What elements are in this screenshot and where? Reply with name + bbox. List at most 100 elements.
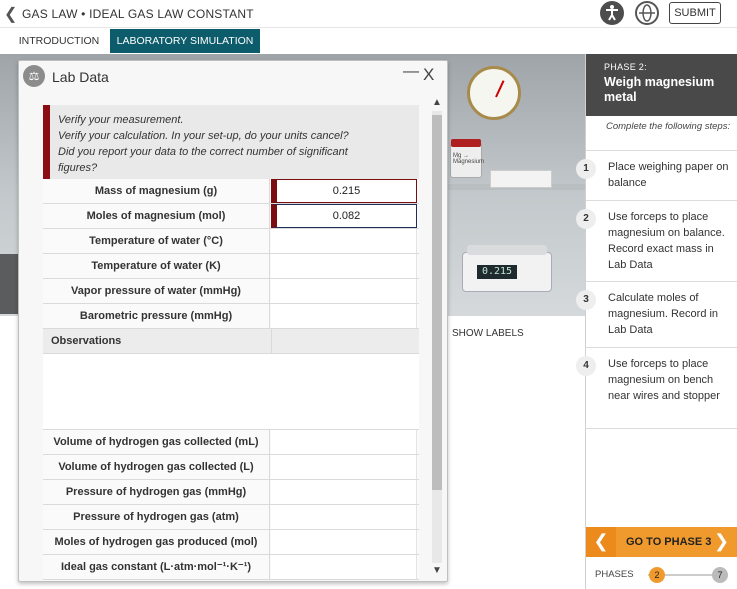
phase-label: PHASE 2: xyxy=(604,62,647,72)
row-label: Barometric pressure (mmHg) xyxy=(43,304,270,328)
tab-bar: INTRODUCTION LABORATORY SIMULATION xyxy=(0,28,585,54)
phases-label: PHASES xyxy=(595,569,634,580)
magnesium-jar[interactable]: Mg → Magnesium xyxy=(450,139,485,178)
step-text: Place weighing paper on balance xyxy=(608,161,729,189)
balance[interactable]: 0.215 xyxy=(462,245,552,292)
table-row-ideal-gas-constant: Ideal gas constant (L·atm·mol⁻¹·K⁻¹) xyxy=(43,555,419,580)
step-number: 1 xyxy=(576,159,596,179)
phases-progress: PHASES 2 7 xyxy=(586,562,737,588)
row-label: Moles of hydrogen gas produced (mol) xyxy=(43,530,270,554)
submit-button[interactable]: SUBMIT xyxy=(669,2,721,24)
table-row-volume-h2-l: Volume of hydrogen gas collected (L) xyxy=(43,455,419,480)
row-label: Temperature of water (K) xyxy=(43,254,270,278)
scroll-up-icon[interactable]: ▲ xyxy=(432,97,442,108)
table-row-barometric-pressure: Barometric pressure (mmHg) xyxy=(43,304,419,329)
table-row-pressure-h2-atm: Pressure of hydrogen gas (atm) xyxy=(43,505,419,530)
ideal-gas-constant-input[interactable] xyxy=(271,555,417,579)
balance-display: 0.215 xyxy=(477,265,517,279)
row-label: Pressure of hydrogen gas (mmHg) xyxy=(43,480,270,504)
phase-panel: PHASE 2: Weigh magnesium metal Complete … xyxy=(576,54,737,589)
minimize-icon[interactable]: — xyxy=(403,63,419,81)
steps-intro: Complete the following steps: xyxy=(606,121,731,132)
lab-data-header[interactable]: ⚖ Lab Data — X xyxy=(19,61,447,93)
barometer-gauge[interactable] xyxy=(467,66,521,120)
pressure-h2-mmhg-input[interactable] xyxy=(271,480,417,504)
step-text: Use forceps to place magnesium on balanc… xyxy=(608,211,725,271)
scroll-down-icon[interactable]: ▼ xyxy=(432,565,442,576)
balance-pan xyxy=(467,245,547,255)
go-to-phase-label: GO TO PHASE 3 xyxy=(626,536,712,548)
step-number: 4 xyxy=(576,356,596,376)
flask-icon: ⚖ xyxy=(23,65,45,87)
previous-phase-icon[interactable]: ❮ xyxy=(586,527,616,557)
row-label: Pressure of hydrogen gas (atm) xyxy=(43,505,270,529)
gauge-needle xyxy=(495,80,505,98)
show-labels-toggle[interactable]: SHOW LABELS xyxy=(452,328,524,339)
lab-data-scrollbar[interactable]: ▲ ▼ xyxy=(430,97,444,579)
step-item: 4 Use forceps to place magnesium on benc… xyxy=(576,347,737,429)
step-number: 2 xyxy=(576,209,596,229)
step-item: 3 Calculate moles of magnesium. Record i… xyxy=(576,281,737,347)
table-row-moles-magnesium: Moles of magnesium (mol) 0.082 xyxy=(43,204,419,229)
table-row-temperature-water-c: Temperature of water (°C) xyxy=(43,229,419,254)
step-text: Use forceps to place magnesium on bench … xyxy=(608,358,720,402)
moles-h2-input[interactable] xyxy=(271,530,417,554)
table-row-pressure-h2-mmhg: Pressure of hydrogen gas (mmHg) xyxy=(43,480,419,505)
phase-header: PHASE 2: Weigh magnesium metal xyxy=(586,54,737,116)
pressure-h2-atm-input[interactable] xyxy=(271,505,417,529)
tab-introduction[interactable]: INTRODUCTION xyxy=(10,29,108,53)
row-label: Moles of magnesium (mol) xyxy=(43,204,270,228)
mass-magnesium-input[interactable]: 0.215 xyxy=(271,179,417,203)
note-line: figures? xyxy=(58,162,98,174)
jar-cap xyxy=(451,139,481,147)
total-phases-badge[interactable]: 7 xyxy=(712,567,728,583)
tab-laboratory-simulation[interactable]: LABORATORY SIMULATION xyxy=(110,29,260,53)
globe-icon[interactable] xyxy=(635,1,659,25)
row-label: Volume of hydrogen gas collected (mL) xyxy=(43,430,270,454)
table-row-volume-h2-ml: Volume of hydrogen gas collected (mL) xyxy=(43,430,419,455)
scroll-thumb[interactable] xyxy=(432,115,442,490)
next-chevron-icon: ❯ xyxy=(714,531,730,551)
row-label: Ideal gas constant (L·atm·mol⁻¹·K⁻¹) xyxy=(43,555,270,579)
observations-spacer xyxy=(271,329,419,353)
observations-textarea[interactable] xyxy=(43,354,419,430)
close-icon[interactable]: X xyxy=(423,65,434,85)
moles-magnesium-input[interactable]: 0.082 xyxy=(271,204,417,228)
temperature-water-k-input[interactable] xyxy=(271,254,417,278)
table-row-moles-h2: Moles of hydrogen gas produced (mol) xyxy=(43,530,419,555)
volume-h2-l-input[interactable] xyxy=(271,455,417,479)
observations-header: Observations xyxy=(43,329,419,354)
note-line: Verify your measurement. xyxy=(58,114,184,126)
app-title: GAS LAW • IDEAL GAS LAW CONSTANT xyxy=(22,7,254,21)
row-label: Volume of hydrogen gas collected (L) xyxy=(43,455,270,479)
table-row-temperature-water-k: Temperature of water (K) xyxy=(43,254,419,279)
row-label: Temperature of water (°C) xyxy=(43,229,270,253)
note-line: Did you report your data to the correct … xyxy=(58,146,348,158)
accessibility-icon[interactable] xyxy=(600,1,624,25)
row-label: Vapor pressure of water (mmHg) xyxy=(43,279,270,303)
vapor-pressure-input[interactable] xyxy=(271,279,417,303)
table-row-vapor-pressure: Vapor pressure of water (mmHg) xyxy=(43,279,419,304)
volume-h2-ml-input[interactable] xyxy=(271,430,417,454)
go-to-phase-button[interactable]: ❮ GO TO PHASE 3 ❯ xyxy=(586,527,737,557)
jar-label: Mg → Magnesium xyxy=(453,153,485,165)
step-number: 3 xyxy=(576,290,596,310)
barometric-pressure-input[interactable] xyxy=(271,304,417,328)
top-bar: ❮ GAS LAW • IDEAL GAS LAW CONSTANT SUBMI… xyxy=(0,0,737,28)
row-label: Mass of magnesium (g) xyxy=(43,179,270,203)
verify-note: Verify your measurement. Verify your cal… xyxy=(43,105,419,179)
step-item: 2 Use forceps to place magnesium on bala… xyxy=(576,200,737,280)
lab-data-title: Lab Data xyxy=(52,69,109,85)
step-item: 1 Place weighing paper on balance xyxy=(576,150,737,200)
current-phase-badge[interactable]: 2 xyxy=(649,567,665,583)
lab-data-window: ⚖ Lab Data — X Verify your measurement. … xyxy=(18,60,448,582)
temperature-water-c-input[interactable] xyxy=(271,229,417,253)
back-chevron-icon[interactable]: ❮ xyxy=(4,4,17,24)
step-text: Calculate moles of magnesium. Record in … xyxy=(608,292,719,336)
lab-data-content: Verify your measurement. Verify your cal… xyxy=(43,105,419,581)
phase-title: Weigh magnesium metal xyxy=(604,75,715,104)
note-line: Verify your calculation. In your set-up,… xyxy=(58,130,349,142)
table-row-mass-magnesium: Mass of magnesium (g) 0.215 xyxy=(43,179,419,204)
observations-label: Observations xyxy=(51,335,122,347)
weighing-paper-tray[interactable] xyxy=(490,170,552,188)
